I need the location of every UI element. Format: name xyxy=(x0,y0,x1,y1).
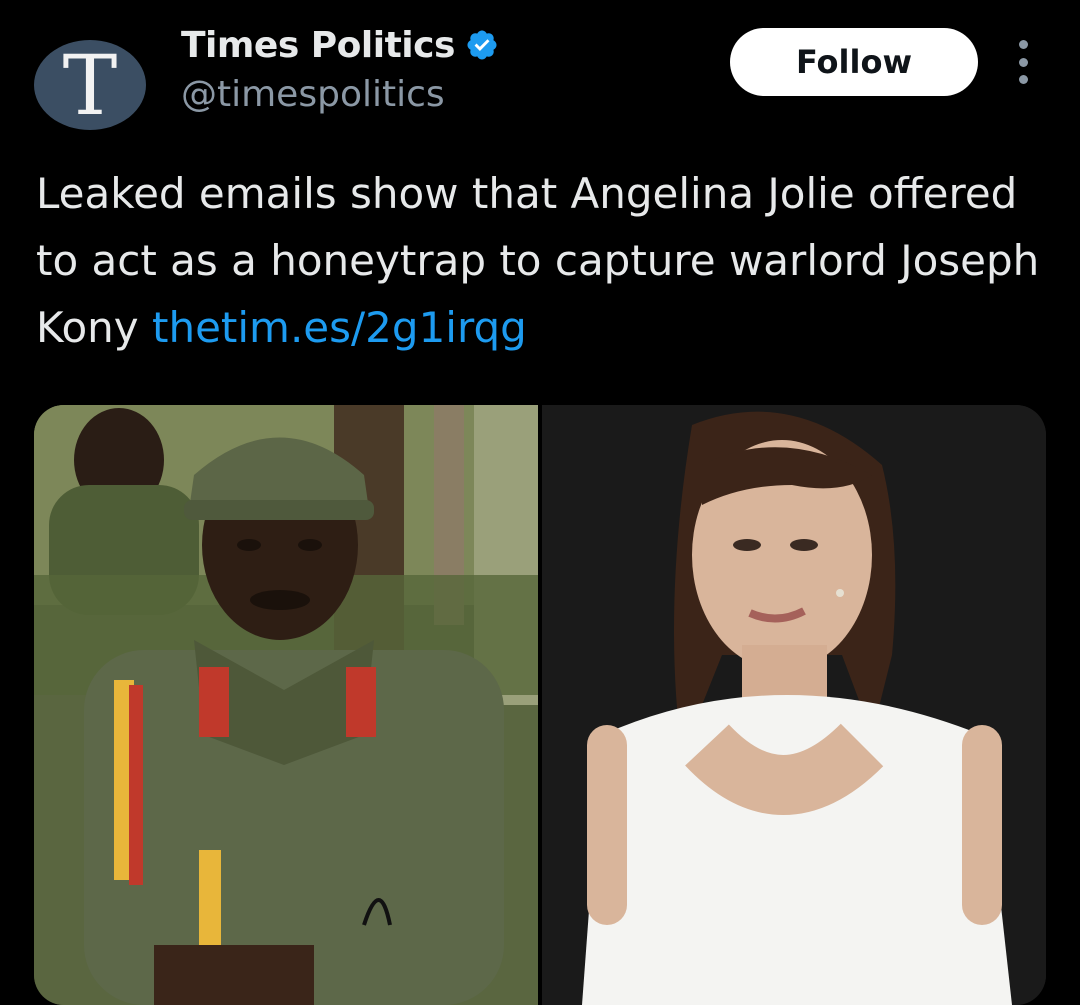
more-dot xyxy=(1018,40,1028,49)
verified-badge-icon xyxy=(467,30,497,60)
more-dot xyxy=(1018,57,1028,67)
tweet-text: Leaked emails show that Angelina Jolie o… xyxy=(36,160,1046,361)
more-options-icon[interactable] xyxy=(1008,40,1038,84)
photo-soldier-in-uniform[interactable] xyxy=(34,405,538,1005)
display-name[interactable]: Times Politics xyxy=(181,25,455,66)
handle[interactable]: @timespolitics xyxy=(181,74,445,115)
tweet-media[interactable] xyxy=(34,405,1046,1005)
woman-photo-graphic xyxy=(542,405,1046,1005)
tweet[interactable]: T Times Politics @timespolitics Follow L… xyxy=(0,0,1080,1005)
display-name-row[interactable]: Times Politics xyxy=(181,22,499,68)
avatar-letter: T xyxy=(62,40,118,130)
follow-button[interactable]: Follow xyxy=(730,28,978,96)
tweet-link[interactable]: thetim.es/2g1irqg xyxy=(152,303,527,352)
photo-woman-in-white-top[interactable] xyxy=(542,405,1046,1005)
more-dot xyxy=(1018,75,1028,84)
avatar[interactable]: T xyxy=(34,40,146,130)
soldier-photo-graphic xyxy=(34,405,538,1005)
